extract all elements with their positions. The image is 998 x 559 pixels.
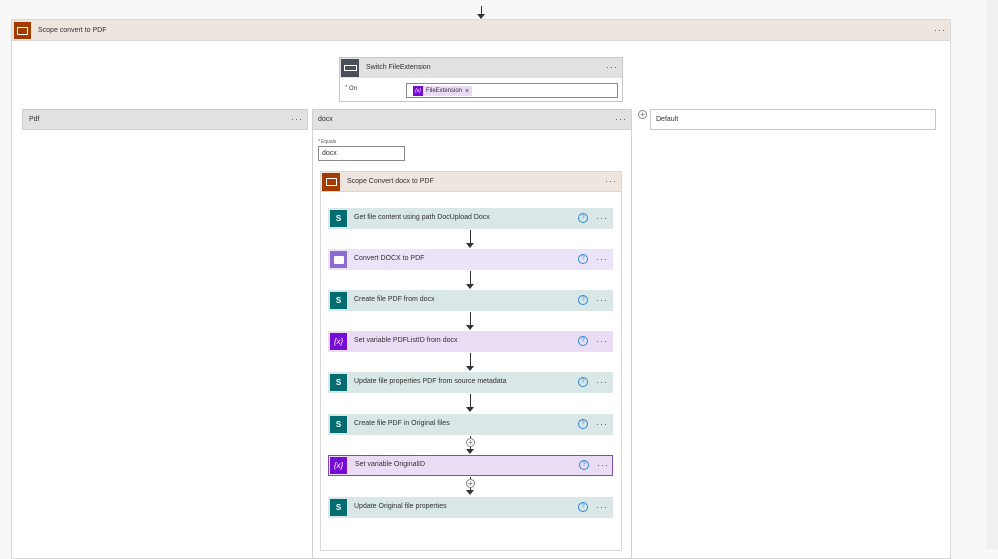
- switch-on-label: On: [349, 86, 358, 92]
- sharepoint-icon: S: [330, 374, 347, 391]
- action-label: Update Original file properties: [354, 503, 447, 510]
- vertical-scrollbar[interactable]: [986, 0, 998, 549]
- scope-icon: [14, 22, 31, 39]
- connector-line: [470, 353, 471, 367]
- inner-scope-more-icon[interactable]: ···: [605, 176, 617, 186]
- equals-asterisk: *: [318, 139, 320, 145]
- connector-arrow: [466, 407, 474, 412]
- action-label: Set variable OriginalID: [355, 461, 426, 468]
- action-more-icon[interactable]: ···: [596, 295, 608, 305]
- connector-arrow: [466, 490, 474, 495]
- help-icon[interactable]: ?: [578, 254, 588, 264]
- help-icon[interactable]: ?: [578, 213, 588, 223]
- variable-icon: {x}: [330, 333, 347, 350]
- switch-icon: [341, 59, 359, 77]
- action-more-icon[interactable]: ···: [596, 254, 608, 264]
- filextension-token[interactable]: {x} FileExtension ×: [413, 86, 473, 96]
- insert-step-icon[interactable]: +: [466, 438, 475, 447]
- variable-icon: {x}: [330, 457, 347, 474]
- connector-line: [470, 271, 471, 285]
- action-create-file-original[interactable]: S Create file PDF in Original files ? ··…: [328, 414, 613, 435]
- help-icon[interactable]: ?: [578, 502, 588, 512]
- switch-card: Switch FileExtension ··· * On {x} FileEx…: [339, 57, 623, 102]
- connector-arrow: [466, 449, 474, 454]
- case-default-header[interactable]: Default: [650, 109, 936, 130]
- action-more-icon[interactable]: ···: [596, 213, 608, 223]
- action-label: Update file properties PDF from source m…: [354, 378, 507, 385]
- equals-value: docx: [322, 150, 337, 157]
- action-label: Set variable PDFListID from docx: [354, 337, 458, 344]
- action-more-icon[interactable]: ···: [597, 460, 609, 470]
- case-pdf-more-icon[interactable]: ···: [291, 114, 303, 124]
- action-more-icon[interactable]: ···: [596, 336, 608, 346]
- connector-line: [470, 230, 471, 244]
- token-label: FileExtension: [426, 88, 463, 94]
- converter-icon: [330, 251, 347, 268]
- case-docx-more-icon[interactable]: ···: [615, 114, 627, 124]
- help-icon[interactable]: ?: [578, 419, 588, 429]
- help-icon[interactable]: ?: [578, 295, 588, 305]
- action-update-file-properties[interactable]: S Update file properties PDF from source…: [328, 372, 613, 393]
- help-icon[interactable]: ?: [578, 336, 588, 346]
- action-convert-docx[interactable]: Convert DOCX to PDF ? ···: [328, 249, 613, 270]
- action-more-icon[interactable]: ···: [596, 502, 608, 512]
- equals-label: Equals: [321, 139, 337, 145]
- action-create-file-pdf[interactable]: S Create file PDF from docx ? ···: [328, 290, 613, 311]
- insert-step-icon[interactable]: +: [466, 479, 475, 488]
- switch-on-input[interactable]: {x} FileExtension ×: [406, 83, 618, 98]
- case-default-title: Default: [656, 116, 679, 123]
- connector-line: [470, 312, 471, 326]
- sharepoint-icon: S: [330, 416, 347, 433]
- switch-header[interactable]: Switch FileExtension ···: [340, 58, 622, 78]
- add-case-icon[interactable]: +: [638, 110, 647, 119]
- case-docx-header[interactable]: docx ···: [312, 109, 632, 130]
- case-pdf-title: Pdf: [29, 116, 40, 123]
- sharepoint-icon: S: [330, 292, 347, 309]
- action-more-icon[interactable]: ···: [596, 377, 608, 387]
- token-variable-icon: {x}: [413, 86, 423, 96]
- action-update-original-properties[interactable]: S Update Original file properties ? ···: [328, 497, 613, 518]
- equals-input[interactable]: docx: [318, 146, 405, 161]
- connector-arrow: [466, 325, 474, 330]
- case-pdf-header[interactable]: Pdf ···: [22, 109, 308, 130]
- action-label: Get file content using path DocUpload Do…: [354, 214, 490, 221]
- help-icon[interactable]: ?: [579, 460, 589, 470]
- action-label: Convert DOCX to PDF: [354, 255, 425, 262]
- switch-more-icon[interactable]: ···: [606, 62, 618, 72]
- connector-arrow: [466, 366, 474, 371]
- connector-arrow: [466, 243, 474, 248]
- inner-scope-title: Scope Convert docx to PDF: [347, 178, 434, 185]
- action-set-variable-pdflistid[interactable]: {x} Set variable PDFListID from docx ? ·…: [328, 331, 613, 352]
- action-more-icon[interactable]: ···: [596, 419, 608, 429]
- outer-scope-header[interactable]: Scope convert to PDF ···: [11, 19, 951, 41]
- action-get-file-content[interactable]: S Get file content using path DocUpload …: [328, 208, 613, 229]
- connector-arrow: [466, 284, 474, 289]
- connector-line: [470, 394, 471, 408]
- case-docx-title: docx: [318, 116, 333, 123]
- action-label: Create file PDF in Original files: [354, 420, 450, 427]
- help-icon[interactable]: ?: [578, 377, 588, 387]
- inner-scope-header[interactable]: Scope Convert docx to PDF ···: [320, 171, 622, 192]
- sharepoint-icon: S: [330, 210, 347, 227]
- outer-scope-more-icon[interactable]: ···: [934, 25, 946, 35]
- inner-scope-icon: [322, 173, 340, 191]
- outer-scope-title: Scope convert to PDF: [38, 27, 107, 34]
- action-label: Create file PDF from docx: [354, 296, 435, 303]
- sharepoint-icon: S: [330, 499, 347, 516]
- switch-title: Switch FileExtension: [366, 64, 431, 71]
- action-set-variable-originalid[interactable]: {x} Set variable OriginalID ? ···: [328, 455, 613, 476]
- required-asterisk: *: [345, 85, 348, 91]
- token-remove-icon[interactable]: ×: [465, 88, 469, 95]
